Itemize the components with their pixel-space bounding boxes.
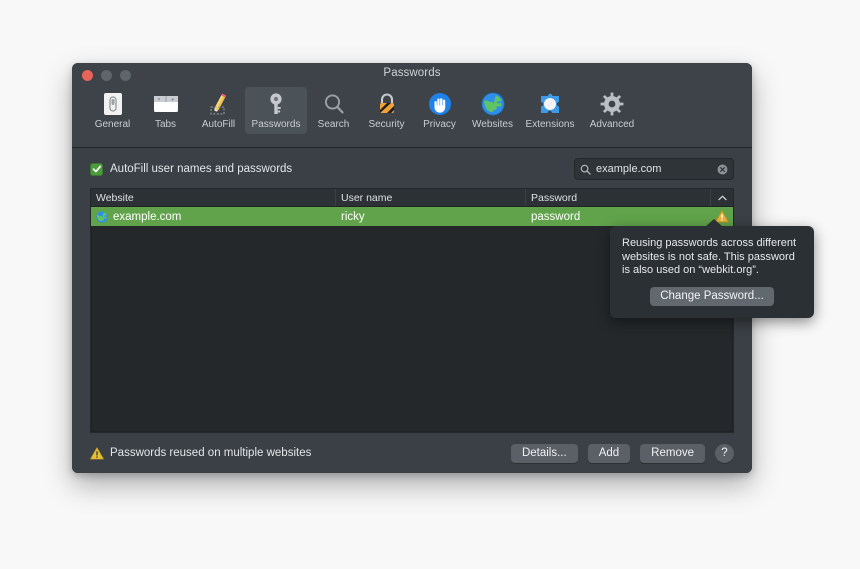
column-header-website[interactable]: Website <box>91 189 336 206</box>
remove-button[interactable]: Remove <box>640 443 705 463</box>
svg-text:×: × <box>157 97 160 103</box>
pane-footer: Passwords reused on multiple websites De… <box>90 433 734 473</box>
help-button[interactable]: ? <box>715 443 734 463</box>
toolbar-item-extensions[interactable]: Extensions <box>519 87 581 134</box>
status-message: Passwords reused on multiple websites <box>90 446 312 460</box>
popover-message: Reusing passwords across different websi… <box>622 237 797 276</box>
autofill-checkbox[interactable] <box>90 162 103 176</box>
toolbar-item-privacy[interactable]: Privacy <box>413 87 466 134</box>
preferences-toolbar: General × + Tabs AutoFill Passwords Sear… <box>72 85 752 148</box>
toolbar-label-general: General <box>94 119 131 130</box>
toolbar-item-advanced[interactable]: Advanced <box>581 87 643 134</box>
checkmark-icon <box>92 165 101 173</box>
add-button[interactable]: Add <box>587 443 631 463</box>
column-header-username[interactable]: User name <box>336 189 526 206</box>
window-title: Passwords <box>383 67 441 79</box>
autofill-checkbox-row[interactable]: AutoFill user names and passwords <box>90 162 293 176</box>
toolbar-item-search[interactable]: Search <box>307 87 360 134</box>
popover-arrow <box>705 219 723 227</box>
security-lock-icon <box>372 90 402 117</box>
toolbar-item-general[interactable]: General <box>86 87 139 134</box>
cell-website-text: example.com <box>113 210 182 223</box>
password-reuse-popover: Reusing passwords across different websi… <box>610 219 814 318</box>
tabs-icon: × + <box>151 90 181 117</box>
column-header-password[interactable]: Password <box>526 189 711 206</box>
chevron-up-icon <box>717 195 727 200</box>
toolbar-item-passwords[interactable]: Passwords <box>245 87 307 134</box>
search-magnifier-icon <box>319 90 349 117</box>
title-bar: Passwords <box>72 63 752 85</box>
status-message-text: Passwords reused on multiple websites <box>110 447 312 459</box>
change-password-button[interactable]: Change Password... <box>650 286 774 306</box>
toolbar-label-extensions: Extensions <box>525 119 575 130</box>
toolbar-label-advanced: Advanced <box>589 119 635 130</box>
toolbar-item-security[interactable]: Security <box>360 87 413 134</box>
column-header-sort-indicator[interactable] <box>711 189 733 206</box>
toolbar-label-security: Security <box>368 119 405 130</box>
toolbar-label-websites: Websites <box>472 119 513 130</box>
advanced-gear-icon <box>597 90 627 117</box>
autofill-icon <box>204 90 234 117</box>
toolbar-label-autofill: AutoFill <box>201 119 236 130</box>
autofill-checkbox-label: AutoFill user names and passwords <box>110 163 293 175</box>
footer-buttons: Details... Add Remove ? <box>510 443 734 463</box>
general-icon <box>98 90 128 117</box>
toolbar-item-tabs[interactable]: × + Tabs <box>139 87 192 134</box>
passwords-key-icon <box>261 90 291 117</box>
search-input-value[interactable]: example.com <box>596 163 712 175</box>
toolbar-item-websites[interactable]: Websites <box>466 87 519 134</box>
cell-website: example.com <box>91 207 336 226</box>
table-header-row: Website User name Password <box>91 189 733 207</box>
privacy-hand-icon <box>425 90 455 117</box>
svg-text:+: + <box>171 97 175 103</box>
toolbar-label-search: Search <box>317 119 350 130</box>
globe-icon <box>96 210 108 223</box>
websites-globe-icon <box>478 90 508 117</box>
toolbar-label-passwords: Passwords <box>251 119 301 130</box>
popover-actions: Change Password... <box>622 286 802 306</box>
table-row[interactable]: example.com ricky password <box>91 207 733 226</box>
search-field[interactable]: example.com <box>574 158 734 180</box>
details-button[interactable]: Details... <box>510 443 578 463</box>
warning-triangle-icon <box>90 446 104 460</box>
cell-password: password <box>531 210 581 223</box>
toolbar-item-autofill[interactable]: AutoFill <box>192 87 245 134</box>
clear-circle-icon[interactable] <box>717 164 728 175</box>
toolbar-label-tabs: Tabs <box>154 119 177 130</box>
cell-username: ricky <box>341 210 365 223</box>
toolbar-label-privacy: Privacy <box>423 119 456 130</box>
search-icon <box>580 164 591 175</box>
pane-header-row: AutoFill user names and passwords exampl… <box>90 158 734 180</box>
extensions-puzzle-icon <box>535 90 565 117</box>
